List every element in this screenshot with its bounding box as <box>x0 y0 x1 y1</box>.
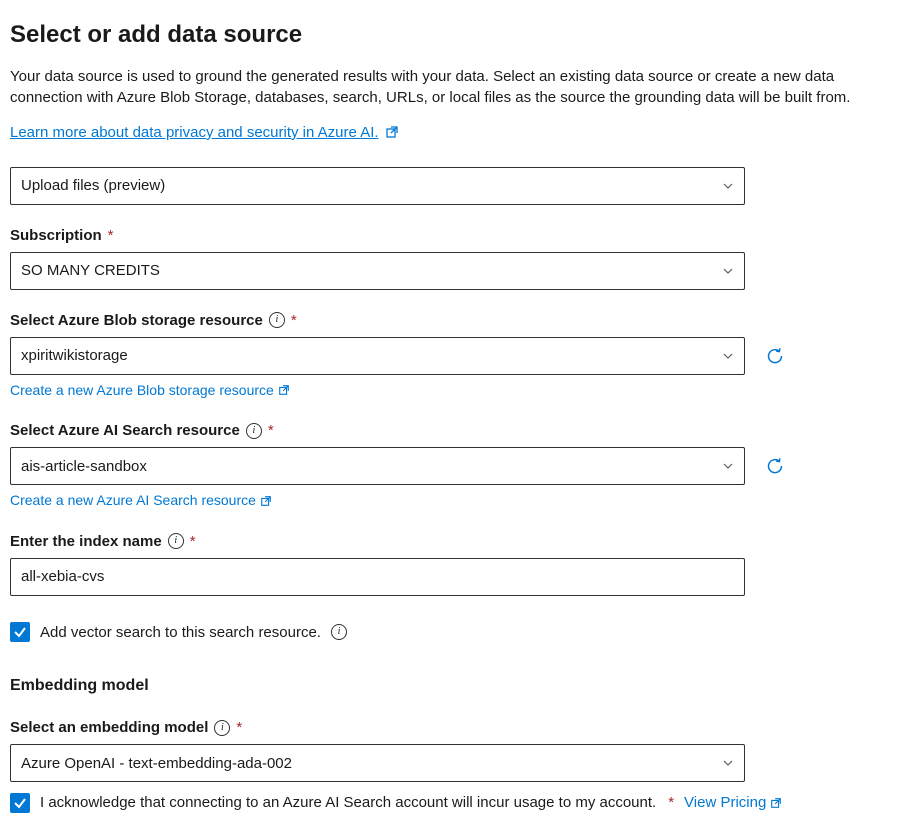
required-marker: * <box>291 310 297 331</box>
create-blob-storage-link[interactable]: Create a new Azure Blob storage resource <box>10 381 290 401</box>
vector-search-label: Add vector search to this search resourc… <box>40 622 321 643</box>
info-icon[interactable]: i <box>246 423 262 439</box>
required-marker: * <box>236 717 242 738</box>
required-marker: * <box>190 531 196 552</box>
data-source-value: Upload files (preview) <box>21 175 165 196</box>
external-link-icon <box>385 125 399 139</box>
ai-search-value: ais-article-sandbox <box>21 456 147 477</box>
acknowledgment-checkbox[interactable] <box>10 793 30 813</box>
chevron-down-icon <box>722 265 734 277</box>
info-icon[interactable]: i <box>214 720 230 736</box>
data-source-dropdown[interactable]: Upload files (preview) <box>10 167 745 205</box>
index-name-value: all-xebia-cvs <box>21 566 104 587</box>
embedding-model-label: Select an embedding model i * <box>10 717 894 738</box>
info-icon[interactable]: i <box>168 533 184 549</box>
learn-more-link[interactable]: Learn more about data privacy and securi… <box>10 122 399 143</box>
embedding-model-dropdown[interactable]: Azure OpenAI - text-embedding-ada-002 <box>10 744 745 782</box>
index-name-input[interactable]: all-xebia-cvs <box>10 558 745 596</box>
subscription-label: Subscription * <box>10 225 894 246</box>
view-pricing-link[interactable]: View Pricing <box>684 792 782 813</box>
chevron-down-icon <box>722 757 734 769</box>
ai-search-label: Select Azure AI Search resource i * <box>10 420 894 441</box>
chevron-down-icon <box>722 180 734 192</box>
blob-storage-value: xpiritwikistorage <box>21 345 128 366</box>
vector-search-checkbox[interactable] <box>10 622 30 642</box>
external-link-icon <box>278 384 290 396</box>
required-marker: * <box>668 792 674 813</box>
create-ai-search-link[interactable]: Create a new Azure AI Search resource <box>10 491 272 511</box>
chevron-down-icon <box>722 350 734 362</box>
page-description: Your data source is used to ground the g… <box>10 66 894 108</box>
info-icon[interactable]: i <box>269 312 285 328</box>
refresh-ai-search-button[interactable] <box>765 456 785 476</box>
chevron-down-icon <box>722 460 734 472</box>
info-icon[interactable]: i <box>331 624 347 640</box>
refresh-blob-storage-button[interactable] <box>765 346 785 366</box>
required-marker: * <box>108 225 114 246</box>
index-name-label: Enter the index name i * <box>10 531 894 552</box>
external-link-icon <box>260 495 272 507</box>
subscription-dropdown[interactable]: SO MANY CREDITS <box>10 252 745 290</box>
ai-search-dropdown[interactable]: ais-article-sandbox <box>10 447 745 485</box>
acknowledgment-text: I acknowledge that connecting to an Azur… <box>40 792 656 813</box>
blob-storage-dropdown[interactable]: xpiritwikistorage <box>10 337 745 375</box>
embedding-model-value: Azure OpenAI - text-embedding-ada-002 <box>21 753 292 774</box>
page-title: Select or add data source <box>10 18 894 52</box>
embedding-heading: Embedding model <box>10 675 894 697</box>
required-marker: * <box>268 420 274 441</box>
blob-storage-label: Select Azure Blob storage resource i * <box>10 310 894 331</box>
subscription-value: SO MANY CREDITS <box>21 260 160 281</box>
learn-more-text: Learn more about data privacy and securi… <box>10 122 379 143</box>
